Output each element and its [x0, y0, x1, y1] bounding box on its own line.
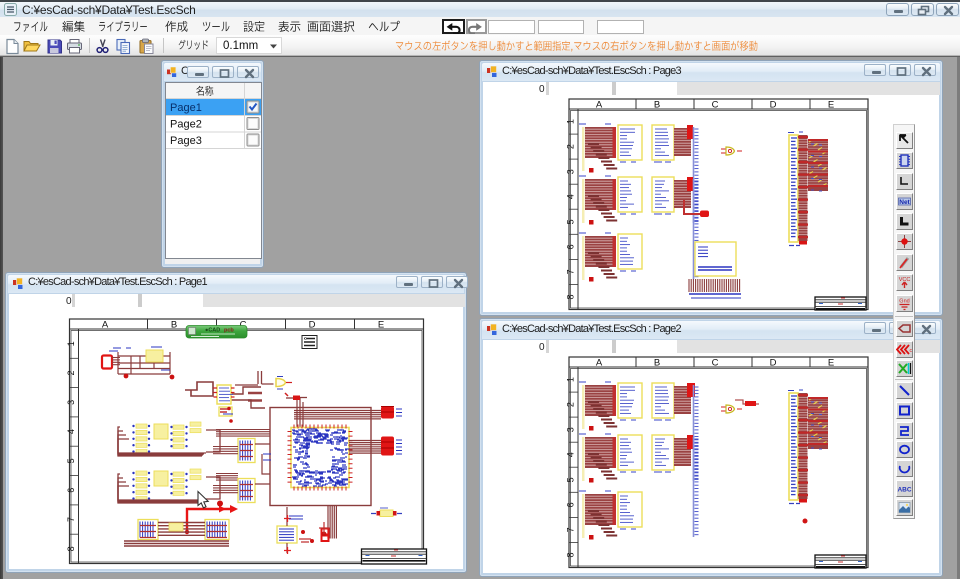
- svg-text:0: 0: [539, 84, 545, 95]
- svg-text:Page2: Page2: [170, 119, 202, 131]
- svg-text:D: D: [770, 358, 777, 369]
- svg-text:A: A: [596, 358, 603, 369]
- svg-text:B: B: [654, 100, 660, 111]
- svg-text:A: A: [102, 319, 109, 330]
- svg-text:Page3: Page3: [170, 135, 202, 147]
- svg-text:C: C: [712, 358, 719, 369]
- svg-text:C: C: [712, 100, 719, 111]
- svg-text:Gnd: Gnd: [899, 298, 909, 304]
- svg-text:E: E: [828, 358, 834, 369]
- svg-text:E: E: [828, 100, 834, 111]
- svg-text:0: 0: [66, 296, 72, 307]
- svg-text:Net: Net: [899, 199, 910, 206]
- svg-text:Page1: Page1: [170, 102, 202, 114]
- svg-text:pcb: pcb: [224, 327, 234, 333]
- svg-text:D: D: [309, 319, 316, 330]
- svg-text:A: A: [596, 100, 603, 111]
- svg-text:E: E: [378, 319, 384, 330]
- svg-text:B: B: [654, 358, 660, 369]
- svg-text:D: D: [770, 100, 777, 111]
- svg-text:B: B: [171, 319, 177, 330]
- svg-text:●CAD: ●CAD: [205, 327, 220, 333]
- svg-text:0: 0: [539, 342, 545, 353]
- svg-text:ABC: ABC: [897, 486, 911, 493]
